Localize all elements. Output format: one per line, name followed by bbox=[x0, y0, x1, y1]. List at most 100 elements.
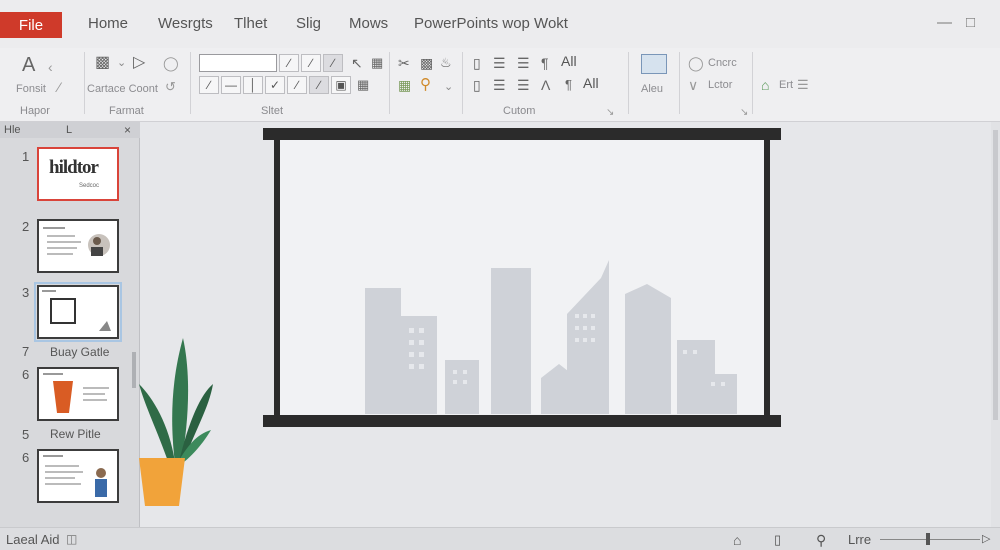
notes-icon[interactable]: ◫ bbox=[66, 532, 77, 546]
tab-powerpoints[interactable]: PowerPoints wop Wokt bbox=[414, 15, 568, 32]
slide-thumb-3[interactable] bbox=[34, 282, 122, 342]
picture-icon[interactable]: ▦ bbox=[398, 76, 411, 94]
ribbon: A ‹ Fonsit ⁄ Hapor ▩ ⌄ ▷ ◯ Cartace Coont… bbox=[0, 48, 1000, 122]
ribbon-group-right: ◯ Cncrc ∨ Lctor ↘ bbox=[680, 48, 752, 122]
zoom-in-icon[interactable]: ▷ bbox=[982, 532, 990, 545]
reading-view-icon[interactable]: ▯ bbox=[774, 532, 781, 548]
ribbon-group-sltet: ∕ ∕ ∕ ↖ ▦ ∕ — │ ✓ ∕ ∕ ▣ ▦ Sltet bbox=[191, 48, 389, 122]
zoom-icon[interactable]: ⚲ bbox=[816, 532, 826, 549]
screen-right-post bbox=[764, 138, 770, 420]
check-tool-icon[interactable]: ✓ bbox=[265, 76, 285, 94]
dropdown-icon[interactable]: ⌄ bbox=[444, 78, 453, 96]
thick-line-icon[interactable]: ∕ bbox=[309, 76, 329, 94]
tab-home[interactable]: Home bbox=[88, 15, 128, 32]
tab-wesrgts[interactable]: Wesrgts bbox=[158, 15, 213, 32]
shape-icon[interactable]: ▷ bbox=[133, 54, 145, 72]
thumb-header-mid: L bbox=[66, 124, 73, 136]
thumb-caption-b: Rew Pitle bbox=[50, 427, 101, 441]
slide-thumb-1[interactable]: hildtor Sedcoc bbox=[37, 147, 119, 201]
menu-bar: File Home Wesrgts Tlhet Slig Mows PowerP… bbox=[0, 0, 1000, 48]
slide3-preview bbox=[42, 290, 111, 331]
pane-scrollbar[interactable] bbox=[132, 352, 136, 388]
brush-icon[interactable]: ⁄ bbox=[58, 78, 60, 96]
search-icon[interactable]: ⚲ bbox=[420, 76, 431, 94]
tab-slig[interactable]: Slig bbox=[296, 15, 321, 32]
ribbon-group-edit: ⌂ Ert ☰ bbox=[753, 48, 823, 122]
expand-icon[interactable]: ↘ bbox=[740, 104, 748, 122]
right-side-label[interactable]: Ert bbox=[779, 79, 793, 91]
minimize-icon[interactable]: — bbox=[937, 14, 952, 31]
phone-icon[interactable]: ▯ bbox=[473, 76, 481, 94]
right-top-label[interactable]: Cncrc bbox=[708, 57, 737, 69]
pencil-icon[interactable]: ∕ bbox=[301, 54, 321, 72]
shape-name-field[interactable] bbox=[199, 54, 277, 72]
screen-icon[interactable] bbox=[641, 54, 667, 74]
restore-icon[interactable]: □ bbox=[966, 14, 975, 31]
crop-icon[interactable]: ✂ bbox=[398, 54, 410, 72]
circle-icon[interactable]: ◯ bbox=[163, 54, 179, 72]
group-label-sltet: Sltet bbox=[261, 105, 284, 117]
lambda-icon[interactable]: Λ bbox=[541, 76, 550, 94]
group-label-farmat: Farmat bbox=[109, 105, 144, 117]
bar-tool-icon[interactable]: │ bbox=[243, 76, 263, 94]
slide-thumb-2[interactable] bbox=[37, 219, 119, 273]
file-tab[interactable]: File bbox=[0, 12, 62, 38]
zoom-slider-track[interactable] bbox=[880, 539, 980, 540]
lock-icon[interactable]: ⌂ bbox=[761, 76, 769, 94]
doc-icon[interactable]: ▯ bbox=[473, 54, 481, 72]
copy-icon[interactable]: ▩ bbox=[420, 54, 433, 72]
arrow-icon[interactable]: ‹ bbox=[48, 58, 53, 76]
slide-thumbnail-pane: Hle L × 1 hildtor Sedcoc 2 3 7 Buay Gatl… bbox=[0, 122, 140, 527]
slide-canvas[interactable] bbox=[139, 122, 990, 527]
refresh-icon[interactable]: ↺ bbox=[165, 78, 176, 96]
format-icon[interactable]: ¶ bbox=[541, 54, 549, 72]
slide2-preview bbox=[43, 227, 110, 256]
text-icon[interactable]: A bbox=[22, 55, 35, 75]
align-grid-icon[interactable]: ▦ bbox=[357, 76, 369, 94]
pilcrow-icon[interactable]: ¶ bbox=[565, 76, 572, 94]
thumb-caption-a: Buay Gatle bbox=[50, 345, 110, 359]
font-all-dropdown[interactable]: All bbox=[561, 53, 577, 69]
thumb-number: 6 bbox=[22, 367, 30, 382]
tab-tlhet[interactable]: Tlhet bbox=[234, 15, 267, 32]
pointer-icon[interactable]: ↖ bbox=[351, 54, 363, 72]
thumb-header-left: Hle bbox=[4, 124, 21, 136]
grid-icon[interactable]: ▦ bbox=[371, 54, 383, 72]
slide-thumb-7[interactable] bbox=[37, 449, 119, 503]
canvas-scrollbar-thumb[interactable] bbox=[993, 130, 998, 420]
pen-icon[interactable]: ∕ bbox=[279, 54, 299, 72]
ribbon-group-screen: Aleu bbox=[629, 48, 679, 122]
font-all-dropdown-2[interactable]: All bbox=[583, 75, 599, 91]
line-tool-icon[interactable]: ∕ bbox=[199, 76, 219, 94]
box-tool-icon[interactable]: ▣ bbox=[331, 76, 351, 94]
paste-icon[interactable]: ▩ bbox=[95, 54, 110, 72]
home-icon[interactable]: ⌂ bbox=[733, 532, 741, 548]
plant-illustration bbox=[139, 338, 213, 506]
chart-icon[interactable]: ∨ bbox=[688, 76, 698, 94]
indent-icon[interactable]: ☰ bbox=[517, 54, 530, 72]
zoom-slider-handle[interactable] bbox=[926, 533, 930, 545]
paste-sub-label: Fonsit bbox=[16, 83, 46, 95]
screen-label: Aleu bbox=[641, 83, 664, 95]
projector-screen[interactable] bbox=[263, 128, 781, 427]
slash-tool-icon[interactable]: ∕ bbox=[287, 76, 307, 94]
dash-tool-icon[interactable]: — bbox=[221, 76, 241, 94]
plant-pot bbox=[139, 458, 185, 506]
close-icon[interactable]: × bbox=[124, 123, 131, 137]
slide-thumb-6[interactable] bbox=[37, 367, 119, 421]
expand-icon[interactable]: ↘ bbox=[606, 104, 614, 122]
menu-icon[interactable]: ☰ bbox=[797, 76, 809, 94]
clock-icon[interactable]: ◯ bbox=[688, 54, 704, 72]
justify-icon[interactable]: ☰ bbox=[493, 76, 506, 94]
screen-top-bar bbox=[263, 128, 781, 140]
paint-icon[interactable]: ♨ bbox=[440, 54, 452, 72]
status-right-label: Lrre bbox=[848, 532, 872, 547]
right-mid-label[interactable]: Lctor bbox=[708, 79, 732, 91]
list-icon[interactable]: ☰ bbox=[493, 54, 506, 72]
tab-mows[interactable]: Mows bbox=[349, 15, 388, 32]
paragraph-icon[interactable]: ☰ bbox=[517, 76, 530, 94]
brush-stroke-icon[interactable]: ∕ bbox=[323, 54, 343, 72]
dropdown-icon[interactable]: ⌄ bbox=[117, 54, 126, 72]
format-sub-label: Cartace Coont bbox=[87, 83, 158, 95]
screen-bottom-bar bbox=[263, 415, 781, 427]
